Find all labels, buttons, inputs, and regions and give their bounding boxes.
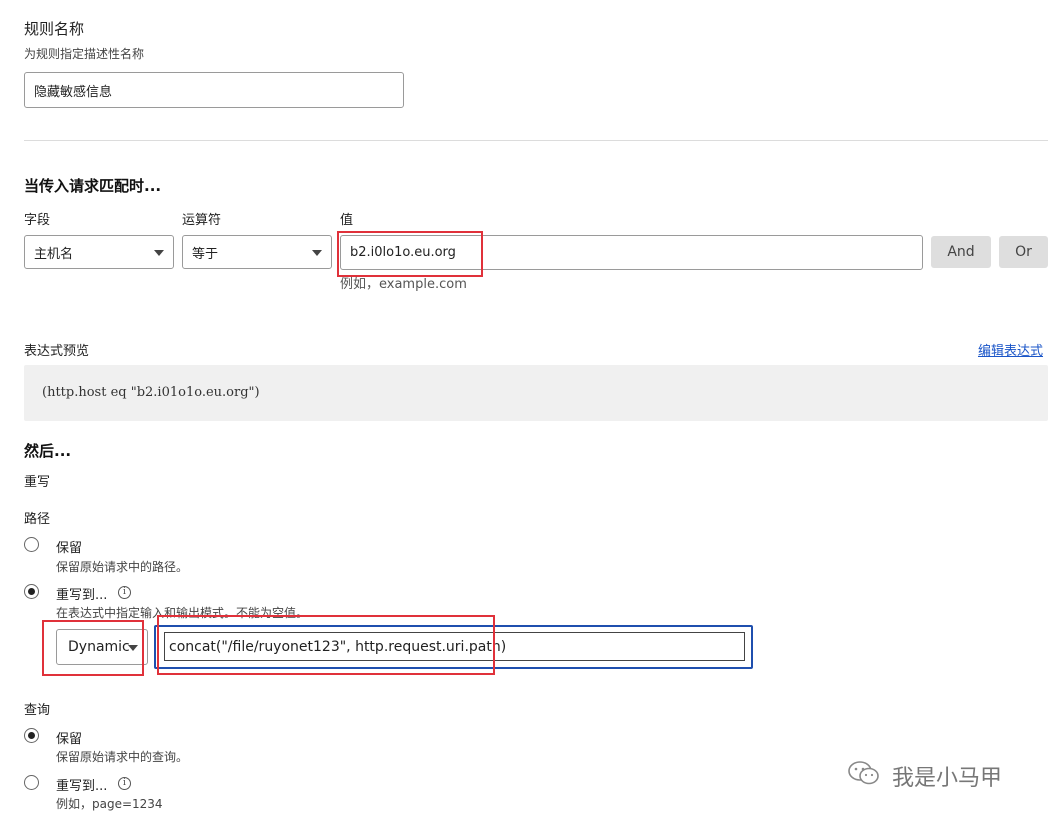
rule-name-description: 为规则指定描述性名称 — [24, 47, 145, 61]
rule-name-input-value: 隐藏敏感信息 — [34, 84, 113, 100]
path-preserve-radio[interactable] — [24, 537, 39, 552]
path-label: 路径 — [24, 512, 51, 527]
operator-select-value: 等于 — [192, 246, 219, 262]
expression-highlight-box — [157, 615, 495, 675]
field-select[interactable]: 主机名 — [24, 235, 174, 269]
query-rewrite-label[interactable]: 重写到... — [56, 775, 107, 794]
path-rewrite-label[interactable]: 重写到... — [56, 584, 107, 603]
field-label: 字段 — [24, 213, 51, 228]
query-preserve-desc: 保留原始请求中的查询。 — [56, 750, 189, 764]
watermark-text: 我是小马甲 — [892, 766, 1003, 791]
chevron-down-icon — [154, 250, 164, 256]
then-heading: 然后... — [24, 442, 72, 460]
expression-preview-text: (http.host eq "b2.i01o1o.eu.org") — [42, 385, 260, 400]
operator-select[interactable]: 等于 — [182, 235, 332, 269]
rule-name-title: 规则名称 — [24, 20, 85, 38]
path-rewrite-radio[interactable] — [24, 584, 39, 599]
then-action: 重写 — [24, 475, 51, 490]
query-rewrite-hint: 例如，page=1234 — [56, 797, 163, 811]
match-heading: 当传入请求匹配时... — [24, 177, 162, 195]
and-button[interactable]: And — [931, 236, 991, 268]
query-label: 查询 — [24, 703, 51, 718]
expression-preview-box: (http.host eq "b2.i01o1o.eu.org") — [24, 365, 1048, 421]
edit-expression-link[interactable]: 编辑表达式 — [978, 340, 1043, 359]
query-preserve-radio[interactable] — [24, 728, 39, 743]
info-icon[interactable]: i — [118, 777, 131, 790]
path-preserve-label[interactable]: 保留 — [56, 537, 82, 556]
mode-highlight-box — [42, 620, 144, 676]
or-button[interactable]: Or — [999, 236, 1048, 268]
field-select-value: 主机名 — [34, 246, 74, 262]
operator-label: 运算符 — [182, 213, 222, 228]
query-preserve-label[interactable]: 保留 — [56, 728, 82, 747]
value-hint: 例如，example.com — [340, 277, 467, 292]
expression-preview-label: 表达式预览 — [24, 344, 90, 359]
query-rewrite-radio[interactable] — [24, 775, 39, 790]
wechat-logo-icon — [846, 758, 882, 788]
section-divider — [24, 140, 1048, 141]
path-preserve-desc: 保留原始请求中的路径。 — [56, 560, 189, 574]
rule-name-input[interactable]: 隐藏敏感信息 — [24, 72, 404, 108]
chevron-down-icon — [312, 250, 322, 256]
info-icon[interactable]: i — [118, 586, 131, 599]
value-label: 值 — [340, 213, 354, 228]
value-highlight-box — [337, 231, 483, 277]
